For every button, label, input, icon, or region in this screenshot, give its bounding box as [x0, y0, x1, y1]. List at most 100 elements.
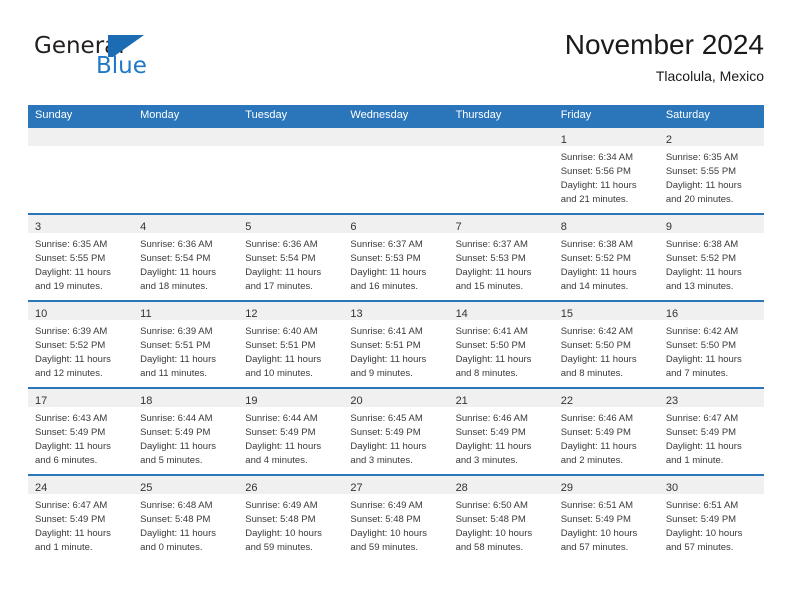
calendar-day-cell[interactable]: 9 Sunrise: 6:38 AM Sunset: 5:52 PM Daylight…: [658, 213, 764, 301]
sunrise-text: Sunrise: 6:42 AM: [665, 326, 739, 337]
day-number: 29: [560, 482, 573, 494]
calendar-day-cell[interactable]: 29 Sunrise: 6:51 AM Sunset: 5:49 PM Dayligh…: [553, 474, 659, 562]
sunset-text: Sunset: 5:54 PM: [140, 253, 211, 264]
sunrise-text: Sunrise: 6:51 AM: [560, 500, 634, 511]
daylight-text-line1: Daylight: 11 hours: [665, 354, 742, 365]
daylight-text-line2: and 8 minutes.: [560, 368, 624, 379]
day-number: 22: [560, 395, 573, 407]
weekday-header-wednesday: Wednesday: [343, 105, 449, 127]
day-number-band: 1: [553, 128, 659, 146]
day-number: 7: [455, 221, 462, 233]
day-number-band: [28, 128, 134, 146]
calendar-day-cell[interactable]: 24 Sunrise: 6:47 AM Sunset: 5:49 PM Dayligh…: [28, 474, 134, 562]
calendar-day-cell[interactable]: 4 Sunrise: 6:36 AM Sunset: 5:54 PM Daylight…: [133, 213, 239, 301]
calendar-day-cell[interactable]: 15 Sunrise: 6:42 AM Sunset: 5:50 PM Dayligh…: [553, 300, 659, 388]
day-number-band: 16: [658, 302, 764, 320]
day-number-band: 30: [658, 476, 764, 494]
calendar-day-cell[interactable]: 6 Sunrise: 6:37 AM Sunset: 5:53 PM Daylight…: [343, 213, 449, 301]
daylight-text-line1: Daylight: 11 hours: [560, 267, 637, 278]
brand-logo[interactable]: General Blue: [34, 34, 234, 90]
day-number: 5: [245, 221, 252, 233]
calendar-day-cell[interactable]: 12 Sunrise: 6:40 AM Sunset: 5:51 PM Dayligh…: [238, 300, 344, 388]
calendar-day-cell[interactable]: 13 Sunrise: 6:41 AM Sunset: 5:51 PM Dayligh…: [343, 300, 449, 388]
sunset-text: Sunset: 5:49 PM: [350, 427, 421, 438]
day-details: Sunrise: 6:47 AM Sunset: 5:49 PM Daylight:…: [28, 494, 133, 555]
day-number: 6: [350, 221, 357, 233]
day-number-band: 14: [448, 302, 554, 320]
calendar-day-cell[interactable]: 25 Sunrise: 6:48 AM Sunset: 5:48 PM Dayligh…: [133, 474, 239, 562]
daylight-text-line2: and 13 minutes.: [665, 281, 734, 292]
calendar-day-cell[interactable]: 16 Sunrise: 6:42 AM Sunset: 5:50 PM Dayligh…: [658, 300, 764, 388]
daylight-text-line1: Daylight: 11 hours: [560, 354, 637, 365]
day-details: Sunrise: 6:42 AM Sunset: 5:50 PM Daylight:…: [554, 320, 659, 381]
day-number: 26: [245, 482, 258, 494]
calendar-week-row: 3 Sunrise: 6:35 AM Sunset: 5:55 PM Daylight…: [28, 213, 764, 301]
day-number: 1: [560, 134, 567, 146]
day-details: Sunrise: 6:42 AM Sunset: 5:50 PM Daylight:…: [659, 320, 764, 381]
calendar-day-cell[interactable]: 17 Sunrise: 6:43 AM Sunset: 5:49 PM Dayligh…: [28, 387, 134, 475]
day-number: 17: [35, 395, 48, 407]
sunrise-text: Sunrise: 6:41 AM: [455, 326, 528, 337]
calendar-day-cell[interactable]: 27 Sunrise: 6:49 AM Sunset: 5:48 PM Dayligh…: [343, 474, 449, 562]
daylight-text-line2: and 58 minutes.: [455, 542, 524, 553]
calendar-week-row: 1 Sunrise: 6:34 AM Sunset: 5:56 PM Daylight…: [28, 126, 764, 214]
calendar-day-cell[interactable]: 10 Sunrise: 6:39 AM Sunset: 5:52 PM Dayligh…: [28, 300, 134, 388]
calendar-day-cell[interactable]: 19 Sunrise: 6:44 AM Sunset: 5:49 PM Dayligh…: [238, 387, 344, 475]
sunrise-text: Sunrise: 6:46 AM: [560, 413, 634, 424]
calendar-day-cell[interactable]: 28 Sunrise: 6:50 AM Sunset: 5:48 PM Dayligh…: [448, 474, 554, 562]
day-details: Sunrise: 6:49 AM Sunset: 5:48 PM Daylight:…: [238, 494, 343, 555]
calendar-page: General Blue November 2024 Tlacolula, Me…: [0, 0, 792, 612]
day-number: 3: [35, 221, 42, 233]
day-details: [133, 146, 238, 151]
calendar-day-cell[interactable]: 22 Sunrise: 6:46 AM Sunset: 5:49 PM Dayligh…: [553, 387, 659, 475]
daylight-text-line1: Daylight: 10 hours: [665, 528, 743, 539]
day-details: Sunrise: 6:36 AM Sunset: 5:54 PM Daylight:…: [133, 233, 238, 294]
daylight-text-line1: Daylight: 11 hours: [140, 267, 217, 278]
day-details: Sunrise: 6:36 AM Sunset: 5:54 PM Daylight:…: [238, 233, 343, 294]
day-details: Sunrise: 6:41 AM Sunset: 5:50 PM Daylight:…: [449, 320, 554, 381]
sunset-text: Sunset: 5:49 PM: [245, 427, 316, 438]
day-details: Sunrise: 6:38 AM Sunset: 5:52 PM Daylight:…: [554, 233, 659, 294]
day-number-band: 20: [343, 389, 449, 407]
calendar-day-cell[interactable]: 18 Sunrise: 6:44 AM Sunset: 5:49 PM Dayligh…: [133, 387, 239, 475]
calendar-day-cell[interactable]: 2 Sunrise: 6:35 AM Sunset: 5:55 PM Daylight…: [658, 126, 764, 214]
calendar-day-cell[interactable]: 30 Sunrise: 6:51 AM Sunset: 5:49 PM Dayligh…: [658, 474, 764, 562]
calendar-day-cell[interactable]: 23 Sunrise: 6:47 AM Sunset: 5:49 PM Dayligh…: [658, 387, 764, 475]
day-details: Sunrise: 6:35 AM Sunset: 5:55 PM Daylight:…: [28, 233, 133, 294]
title-block: November 2024 Tlacolula, Mexico: [565, 28, 764, 86]
calendar-day-cell[interactable]: 21 Sunrise: 6:46 AM Sunset: 5:49 PM Dayligh…: [448, 387, 554, 475]
day-details: Sunrise: 6:34 AM Sunset: 5:56 PM Daylight:…: [554, 146, 659, 207]
sunset-text: Sunset: 5:52 PM: [35, 340, 106, 351]
daylight-text-line2: and 2 minutes.: [560, 455, 624, 466]
calendar-day-cell[interactable]: 3 Sunrise: 6:35 AM Sunset: 5:55 PM Daylight…: [28, 213, 134, 301]
day-number-band: 17: [28, 389, 134, 407]
calendar-day-cell[interactable]: 14 Sunrise: 6:41 AM Sunset: 5:50 PM Dayligh…: [448, 300, 554, 388]
day-number: 24: [35, 482, 48, 494]
day-number-band: 6: [343, 215, 449, 233]
day-number: 18: [140, 395, 153, 407]
sunrise-text: Sunrise: 6:47 AM: [35, 500, 108, 511]
daylight-text-line1: Daylight: 11 hours: [455, 354, 532, 365]
calendar-day-cell[interactable]: 8 Sunrise: 6:38 AM Sunset: 5:52 PM Daylight…: [553, 213, 659, 301]
calendar-day-cell[interactable]: 26 Sunrise: 6:49 AM Sunset: 5:48 PM Dayligh…: [238, 474, 344, 562]
day-number-band: 11: [133, 302, 239, 320]
daylight-text-line2: and 57 minutes.: [665, 542, 734, 553]
sunset-text: Sunset: 5:49 PM: [560, 427, 631, 438]
calendar-day-cell[interactable]: 5 Sunrise: 6:36 AM Sunset: 5:54 PM Daylight…: [238, 213, 344, 301]
daylight-text-line1: Daylight: 11 hours: [35, 267, 111, 278]
daylight-text-line1: Daylight: 11 hours: [455, 441, 532, 452]
calendar-day-cell[interactable]: 7 Sunrise: 6:37 AM Sunset: 5:53 PM Daylight…: [448, 213, 554, 301]
sunrise-text: Sunrise: 6:43 AM: [35, 413, 108, 424]
daylight-text-line2: and 16 minutes.: [350, 281, 419, 292]
daylight-text-line1: Daylight: 11 hours: [350, 441, 427, 452]
day-details: Sunrise: 6:37 AM Sunset: 5:53 PM Daylight:…: [449, 233, 554, 294]
calendar-day-cell[interactable]: 1 Sunrise: 6:34 AM Sunset: 5:56 PM Daylight…: [553, 126, 659, 214]
calendar-week-row: 10 Sunrise: 6:39 AM Sunset: 5:52 PM Dayligh…: [28, 300, 764, 388]
calendar-day-cell[interactable]: 11 Sunrise: 6:39 AM Sunset: 5:51 PM Dayligh…: [133, 300, 239, 388]
sunset-text: Sunset: 5:55 PM: [35, 253, 106, 264]
day-number: 9: [665, 221, 672, 233]
day-details: Sunrise: 6:41 AM Sunset: 5:51 PM Daylight:…: [343, 320, 448, 381]
calendar-day-cell[interactable]: 20 Sunrise: 6:45 AM Sunset: 5:49 PM Dayligh…: [343, 387, 449, 475]
day-number-band: 21: [448, 389, 554, 407]
day-details: [449, 146, 554, 151]
